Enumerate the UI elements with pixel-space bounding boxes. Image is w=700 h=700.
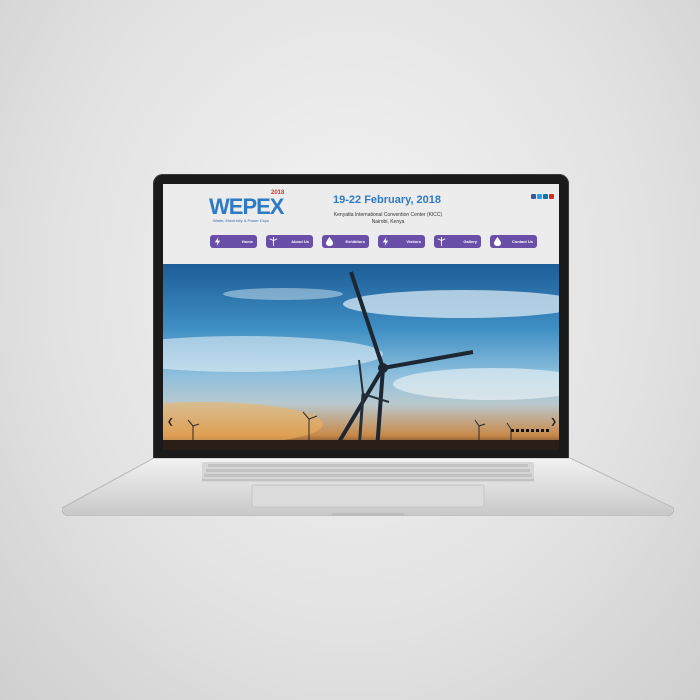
- logo-year: 2018: [271, 190, 285, 196]
- nav-label: About Us: [291, 239, 309, 244]
- slider-dot[interactable]: [546, 429, 549, 432]
- event-venue: Kenyatta International Convention Center…: [313, 212, 463, 226]
- venue-line-1: Kenyatta International Convention Center…: [333, 212, 443, 218]
- water-drop-icon: [325, 237, 334, 246]
- nav-label: Contact Us: [511, 239, 533, 244]
- wind-turbine-icon: [269, 237, 278, 246]
- slider-dot[interactable]: [511, 429, 514, 432]
- slider-dot[interactable]: [521, 429, 524, 432]
- slider-dot[interactable]: [516, 429, 519, 432]
- nav-label: Gallery: [463, 239, 477, 244]
- logo-tagline: Water, Electricity & Power Expo: [213, 218, 270, 223]
- slider-dot[interactable]: [526, 429, 529, 432]
- nav-label: Home: [241, 239, 253, 244]
- nav-contact-us[interactable]: Contact Us: [490, 235, 537, 248]
- social-icons: [531, 194, 554, 199]
- slider-pagination: [511, 429, 549, 432]
- hero-slider[interactable]: ❮ ❯: [163, 264, 559, 450]
- laptop-lid: WEPEX 2018 Water, Electricity & Power Ex…: [153, 174, 569, 460]
- slider-next-arrow[interactable]: ❯: [550, 417, 557, 426]
- main-nav: Home About Us Exhibitors Visitors Galler…: [210, 235, 537, 248]
- slider-dot[interactable]: [541, 429, 544, 432]
- venue-line-2: Nairobi, Kenya: [371, 219, 405, 225]
- facebook-icon[interactable]: [531, 194, 536, 199]
- linkedin-icon[interactable]: [543, 194, 548, 199]
- wind-turbine-hero-image: [163, 271, 559, 450]
- slider-prev-arrow[interactable]: ❮: [167, 417, 174, 426]
- slider-dot[interactable]: [531, 429, 534, 432]
- nav-label: Visitors: [406, 239, 421, 244]
- nav-visitors[interactable]: Visitors: [378, 235, 425, 248]
- wind-turbine-icon: [437, 237, 446, 246]
- logo-text: WEPEX: [209, 194, 284, 219]
- nav-label: Exhibitors: [345, 239, 365, 244]
- lightning-icon: [214, 237, 221, 246]
- laptop-base: [62, 458, 674, 516]
- twitter-icon[interactable]: [537, 194, 542, 199]
- lightning-icon: [382, 237, 389, 246]
- event-date: 19-22 February, 2018: [333, 194, 442, 206]
- slider-dot[interactable]: [536, 429, 539, 432]
- nav-gallery[interactable]: Gallery: [434, 235, 481, 248]
- nav-exhibitors[interactable]: Exhibitors: [322, 235, 369, 248]
- youtube-icon[interactable]: [549, 194, 554, 199]
- site-header: WEPEX 2018 Water, Electricity & Power Ex…: [163, 184, 559, 264]
- water-drop-icon: [493, 237, 502, 246]
- nav-home[interactable]: Home: [210, 235, 257, 248]
- nav-about-us[interactable]: About Us: [266, 235, 313, 248]
- laptop-screen: WEPEX 2018 Water, Electricity & Power Ex…: [163, 184, 559, 450]
- wepex-logo[interactable]: WEPEX 2018 Water, Electricity & Power Ex…: [209, 190, 289, 232]
